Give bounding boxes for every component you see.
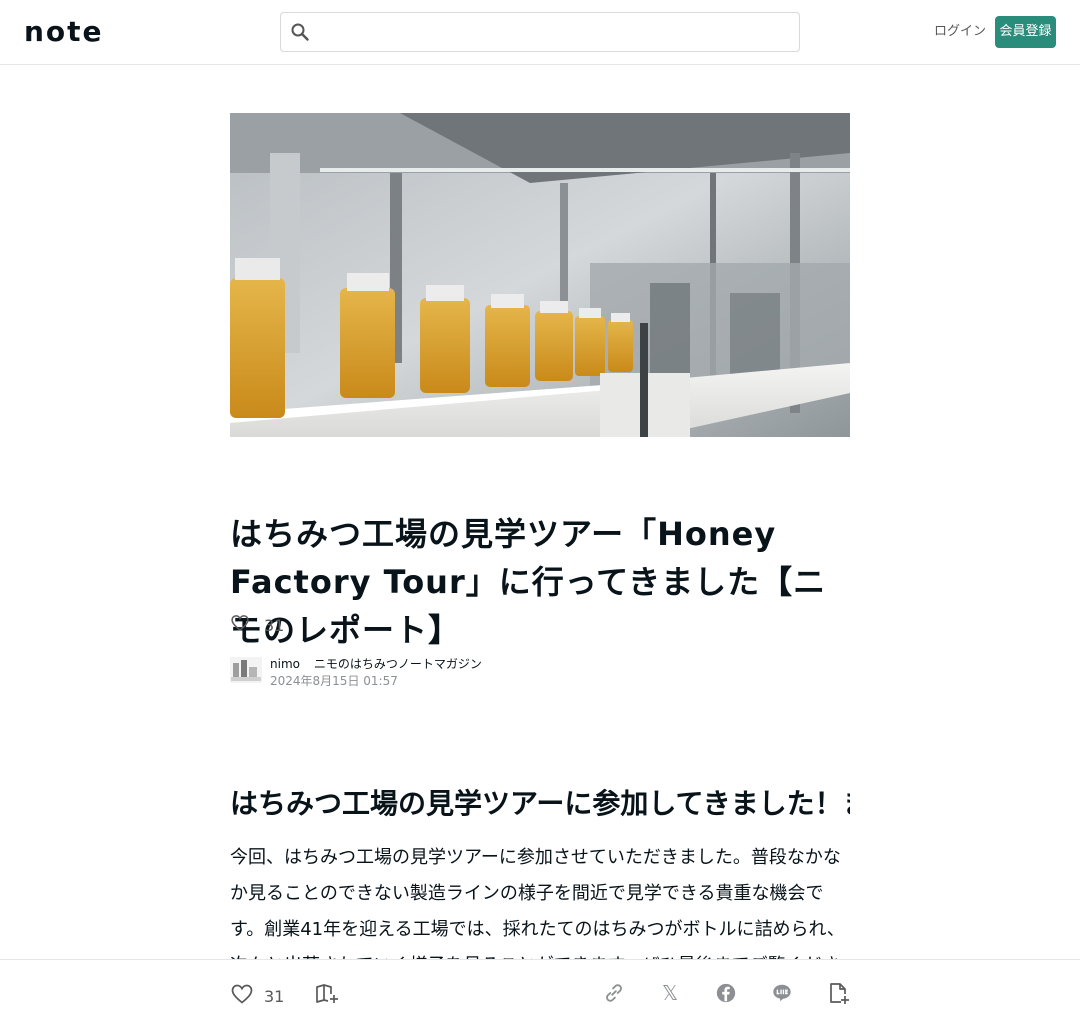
author-block: nimo ニモのはちみつノートマガジン 2024年8月15日 01:57 bbox=[230, 656, 482, 690]
signup-button[interactable]: 会員登録 bbox=[995, 16, 1056, 48]
note-logo[interactable]: note bbox=[24, 17, 104, 47]
bottom-action-bar: 31 𝕏 bbox=[0, 959, 1080, 1024]
like-summary: 31 bbox=[230, 614, 284, 636]
article-heading: はちみつ工場の見学ツアーに参加してきました！まずは工場の外観から… bbox=[230, 787, 850, 820]
author-name[interactable]: nimo bbox=[270, 657, 300, 671]
author-avatar[interactable] bbox=[230, 657, 262, 683]
link-icon[interactable] bbox=[602, 981, 626, 1005]
publish-date: 2024年8月15日 01:57 bbox=[270, 674, 398, 688]
author-magazine[interactable]: ニモのはちみつノートマガジン bbox=[314, 657, 482, 671]
like-count: 31 bbox=[264, 615, 285, 635]
article-title: はちみつ工場の見学ツアー「Honey Factory Tour」に行ってきました… bbox=[230, 515, 827, 649]
x-icon[interactable]: 𝕏 bbox=[658, 981, 682, 1005]
like-count: 31 bbox=[264, 986, 285, 1006]
magazine-add-icon[interactable] bbox=[314, 982, 340, 1010]
login-button[interactable]: ログイン bbox=[920, 16, 1000, 48]
hero-image bbox=[230, 113, 850, 437]
heart-icon[interactable] bbox=[230, 613, 250, 637]
search-input[interactable] bbox=[322, 24, 762, 40]
search-icon bbox=[290, 22, 310, 42]
x-share-label: 𝕏 bbox=[661, 981, 679, 1005]
search-box[interactable] bbox=[280, 12, 800, 52]
note-add-icon[interactable] bbox=[826, 981, 850, 1005]
like-button[interactable]: 31 bbox=[230, 982, 284, 1010]
heart-icon[interactable] bbox=[230, 982, 254, 1010]
line-icon[interactable] bbox=[770, 981, 794, 1005]
site-header: note ログイン 会員登録 bbox=[0, 0, 1080, 65]
facebook-icon[interactable] bbox=[714, 981, 738, 1005]
